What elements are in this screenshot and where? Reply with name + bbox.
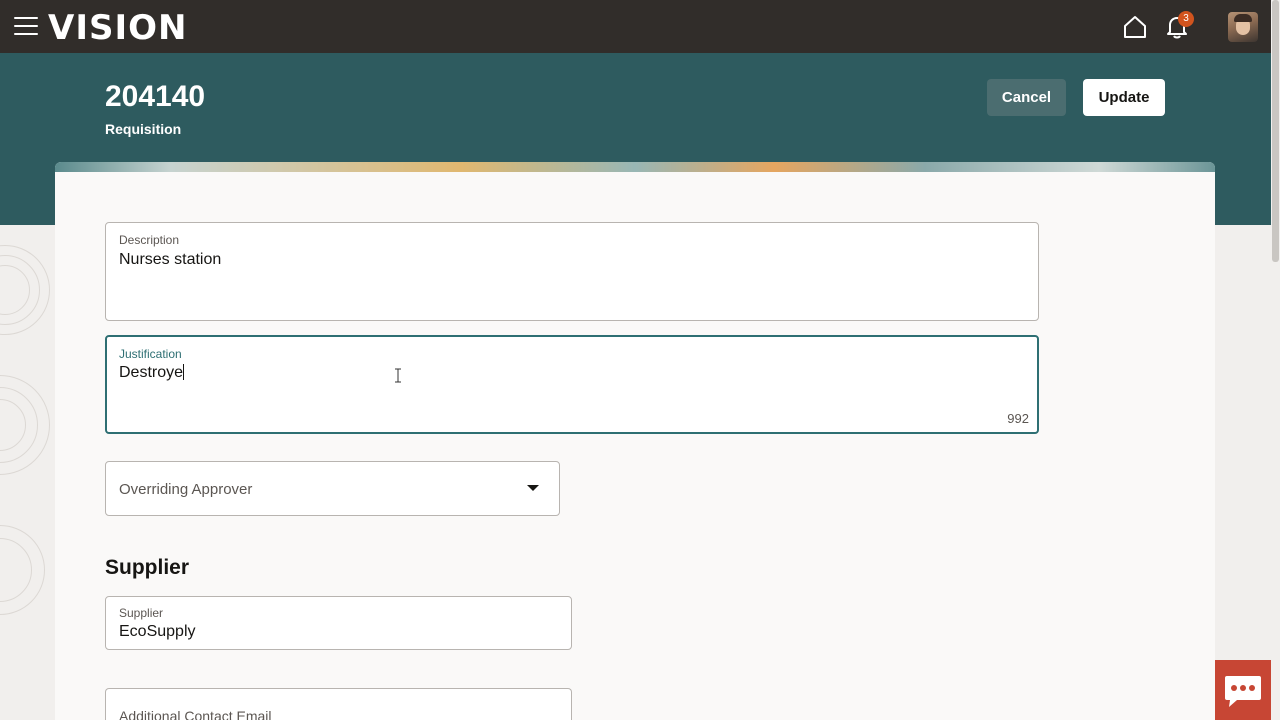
supplier-section-title: Supplier: [105, 556, 190, 579]
additional-contact-email-label: Additional Contact Email: [119, 708, 272, 720]
description-field[interactable]: Description Nurses station: [105, 222, 1039, 321]
chevron-down-icon[interactable]: [527, 485, 539, 491]
justification-label: Justification: [119, 347, 182, 361]
brand-logo[interactable]: VISION: [48, 8, 187, 48]
card-decorative-banner: [55, 162, 1215, 172]
top-navigation-bar: VISION 3: [0, 0, 1280, 53]
requisition-label: Requisition: [105, 121, 182, 137]
text-caret: [183, 364, 185, 380]
justification-value-wrapper: Destroye: [119, 364, 185, 382]
notification-count-badge: 3: [1178, 11, 1194, 27]
justification-value: Destroye: [119, 364, 184, 381]
description-label: Description: [119, 233, 180, 247]
additional-contact-email-field[interactable]: Additional Contact Email: [105, 688, 572, 720]
chat-button[interactable]: [1215, 660, 1271, 720]
supplier-value: EcoSupply: [119, 623, 196, 640]
overriding-approver-select[interactable]: Overriding Approver: [105, 461, 560, 516]
cancel-button[interactable]: Cancel: [987, 79, 1066, 116]
home-icon[interactable]: [1122, 14, 1148, 40]
justification-field[interactable]: Justification Destroye 992: [105, 335, 1039, 434]
text-cursor-icon: [395, 368, 401, 383]
supplier-field[interactable]: Supplier EcoSupply: [105, 596, 572, 650]
chat-icon: [1225, 676, 1261, 707]
update-button[interactable]: Update: [1083, 79, 1165, 116]
background-texture: [0, 225, 56, 720]
requisition-number: 204140: [105, 80, 206, 113]
scrollbar-thumb[interactable]: [1272, 0, 1279, 262]
user-avatar[interactable]: [1228, 12, 1258, 42]
hamburger-menu-icon[interactable]: [14, 17, 38, 35]
supplier-label: Supplier: [119, 606, 164, 620]
page-scrollbar[interactable]: [1271, 0, 1280, 720]
description-value: Nurses station: [119, 251, 222, 268]
overriding-approver-placeholder: Overriding Approver: [119, 481, 253, 498]
remaining-characters-counter: 992: [1007, 411, 1029, 426]
